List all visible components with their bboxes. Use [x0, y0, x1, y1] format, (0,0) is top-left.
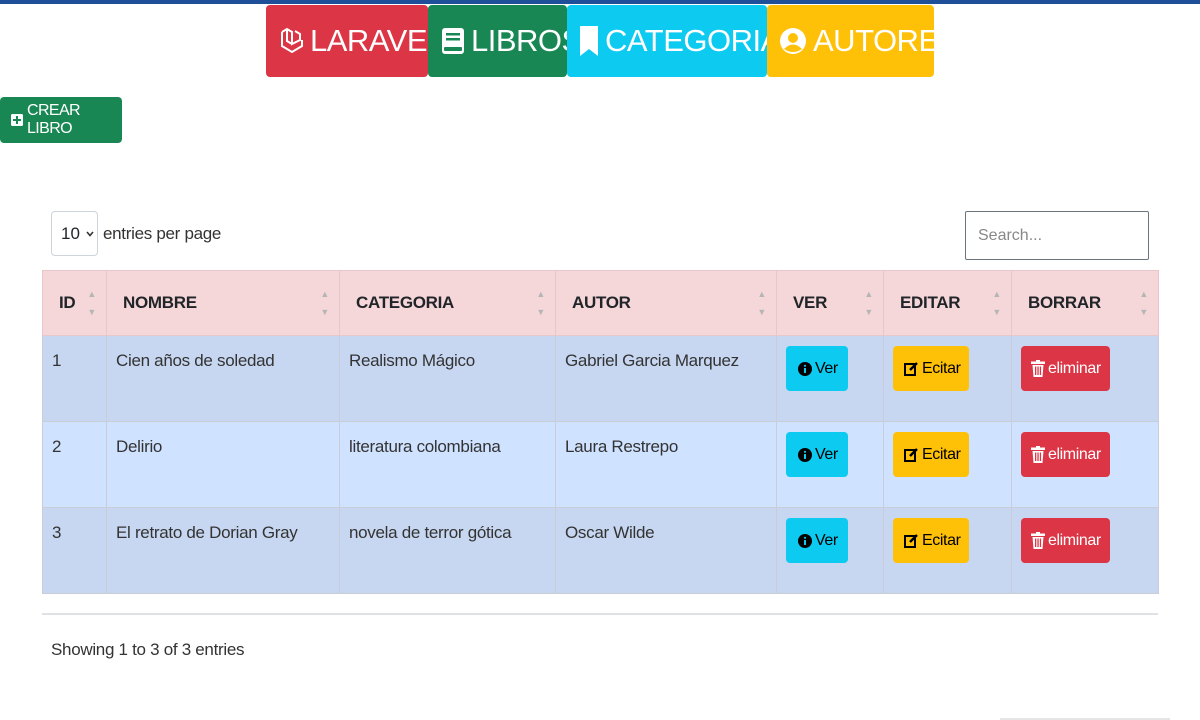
entries-per-page-value: 10 — [61, 223, 80, 243]
column-header-borrar[interactable]: BORRAR ▲ ▼ — [1011, 270, 1159, 336]
top-navigation: LARAVEL LIBROS CATEGORIAS AUTORES — [266, 5, 959, 77]
column-header-categoria[interactable]: CATEGORIA ▲ ▼ — [339, 270, 556, 336]
view-button[interactable]: Ver — [786, 432, 848, 477]
cell-editar: Ecitar — [883, 507, 1012, 594]
books-table: ID ▲ ▼ NOMBRE ▲ ▼ CATEGORIA ▲ ▼ AUTOR ▲ ▼ VER ▲ ▼ … — [42, 270, 1159, 594]
delete-button-label: eliminar — [1048, 531, 1101, 549]
cell-id: 2 — [42, 421, 107, 508]
table-row: 2 Delirio literatura colombiana Laura Re… — [42, 421, 1159, 508]
cell-ver: Ver — [776, 507, 884, 594]
create-book-button[interactable]: CREAR LIBRO — [0, 97, 122, 143]
sort-icon: ▲ ▼ — [87, 289, 96, 317]
column-header-label: ID — [59, 293, 76, 312]
table-row: 1 Cien años de soledad Realismo Mágico G… — [42, 335, 1159, 422]
view-button-label: Ver — [815, 359, 838, 377]
edit-icon — [904, 361, 919, 376]
delete-button[interactable]: eliminar — [1021, 432, 1110, 477]
info-circle-icon — [798, 361, 812, 376]
column-header-id[interactable]: ID ▲ ▼ — [42, 270, 107, 336]
cell-nombre: Delirio — [106, 421, 340, 508]
book-icon — [441, 26, 465, 56]
cell-categoria: Realismo Mágico — [339, 335, 556, 422]
nav-laravel-label: LARAVEL — [310, 23, 444, 58]
column-header-label: AUTOR — [572, 293, 631, 312]
edit-icon — [904, 533, 919, 548]
table-bottom-divider — [42, 613, 1158, 615]
trash-icon — [1031, 446, 1045, 463]
column-header-label: CATEGORIA — [356, 293, 455, 312]
cell-ver: Ver — [776, 421, 884, 508]
sort-icon: ▲ ▼ — [1139, 289, 1148, 317]
edit-icon — [904, 447, 919, 462]
delete-button[interactable]: eliminar — [1021, 346, 1110, 391]
cell-editar: Ecitar — [883, 335, 1012, 422]
column-header-label: EDITAR — [900, 293, 961, 312]
column-header-nombre[interactable]: NOMBRE ▲ ▼ — [106, 270, 340, 336]
view-button[interactable]: Ver — [786, 518, 848, 563]
top-accent-bar — [0, 0, 1200, 4]
cell-borrar: eliminar — [1011, 421, 1159, 508]
bookmark-icon — [579, 25, 599, 57]
view-button-label: Ver — [815, 445, 838, 463]
view-button-label: Ver — [815, 531, 838, 549]
edit-button-label: Ecitar — [922, 359, 961, 377]
nav-autores-button[interactable]: AUTORES — [767, 5, 959, 77]
sort-icon: ▲ ▼ — [992, 289, 1001, 317]
entries-per-page-select[interactable]: 10 — [51, 211, 98, 256]
cell-id: 1 — [42, 335, 107, 422]
nav-autores-label: AUTORES — [813, 23, 959, 58]
column-header-ver[interactable]: VER ▲ ▼ — [776, 270, 884, 336]
sort-icon: ▲ ▼ — [320, 289, 329, 317]
nav-laravel-button[interactable]: LARAVEL — [266, 5, 444, 77]
view-button[interactable]: Ver — [786, 346, 848, 391]
plus-square-icon — [11, 114, 23, 126]
cell-borrar: eliminar — [1011, 507, 1159, 594]
user-circle-icon — [779, 27, 807, 55]
nav-libros-button[interactable]: LIBROS — [428, 5, 582, 77]
table-header-row: ID ▲ ▼ NOMBRE ▲ ▼ CATEGORIA ▲ ▼ AUTOR ▲ ▼ VER ▲ ▼ … — [42, 270, 1159, 336]
cell-nombre: Cien años de soledad — [106, 335, 340, 422]
sort-icon: ▲ ▼ — [864, 289, 873, 317]
delete-button[interactable]: eliminar — [1021, 518, 1110, 563]
info-circle-icon — [798, 533, 812, 548]
entries-per-page-label: entries per page — [103, 224, 222, 243]
cell-autor: Gabriel Garcia Marquez — [555, 335, 777, 422]
column-header-editar[interactable]: EDITAR ▲ ▼ — [883, 270, 1012, 336]
nav-categorias-button[interactable]: CATEGORIAS — [567, 5, 801, 77]
cell-autor: Oscar Wilde — [555, 507, 777, 594]
table-info-text: Showing 1 to 3 of 3 entries — [51, 640, 245, 659]
cell-categoria: literatura colombiana — [339, 421, 556, 508]
search-input[interactable] — [965, 211, 1149, 260]
cell-editar: Ecitar — [883, 421, 1012, 508]
table-row: 3 El retrato de Dorian Gray novela de te… — [42, 507, 1159, 594]
column-header-label: BORRAR — [1028, 293, 1101, 312]
laravel-icon — [280, 26, 304, 56]
column-header-autor[interactable]: AUTOR ▲ ▼ — [555, 270, 777, 336]
nav-libros-label: LIBROS — [471, 23, 582, 58]
chevron-down-icon — [86, 230, 94, 237]
edit-button[interactable]: Ecitar — [893, 432, 969, 477]
column-header-label: NOMBRE — [123, 293, 197, 312]
info-circle-icon — [798, 447, 812, 462]
cell-categoria: novela de terror gótica — [339, 507, 556, 594]
edit-button-label: Ecitar — [922, 531, 961, 549]
cell-id: 3 — [42, 507, 107, 594]
sort-icon: ▲ ▼ — [757, 289, 766, 317]
cell-ver: Ver — [776, 335, 884, 422]
create-book-label: CREAR LIBRO — [27, 102, 81, 137]
column-header-label: VER — [793, 293, 828, 312]
cell-borrar: eliminar — [1011, 335, 1159, 422]
edit-button[interactable]: Ecitar — [893, 518, 969, 563]
sort-icon: ▲ ▼ — [536, 289, 545, 317]
delete-button-label: eliminar — [1048, 359, 1101, 377]
cell-nombre: El retrato de Dorian Gray — [106, 507, 340, 594]
delete-button-label: eliminar — [1048, 445, 1101, 463]
edit-button-label: Ecitar — [922, 445, 961, 463]
trash-icon — [1031, 532, 1045, 549]
trash-icon — [1031, 360, 1045, 377]
edit-button[interactable]: Ecitar — [893, 346, 969, 391]
cell-autor: Laura Restrepo — [555, 421, 777, 508]
